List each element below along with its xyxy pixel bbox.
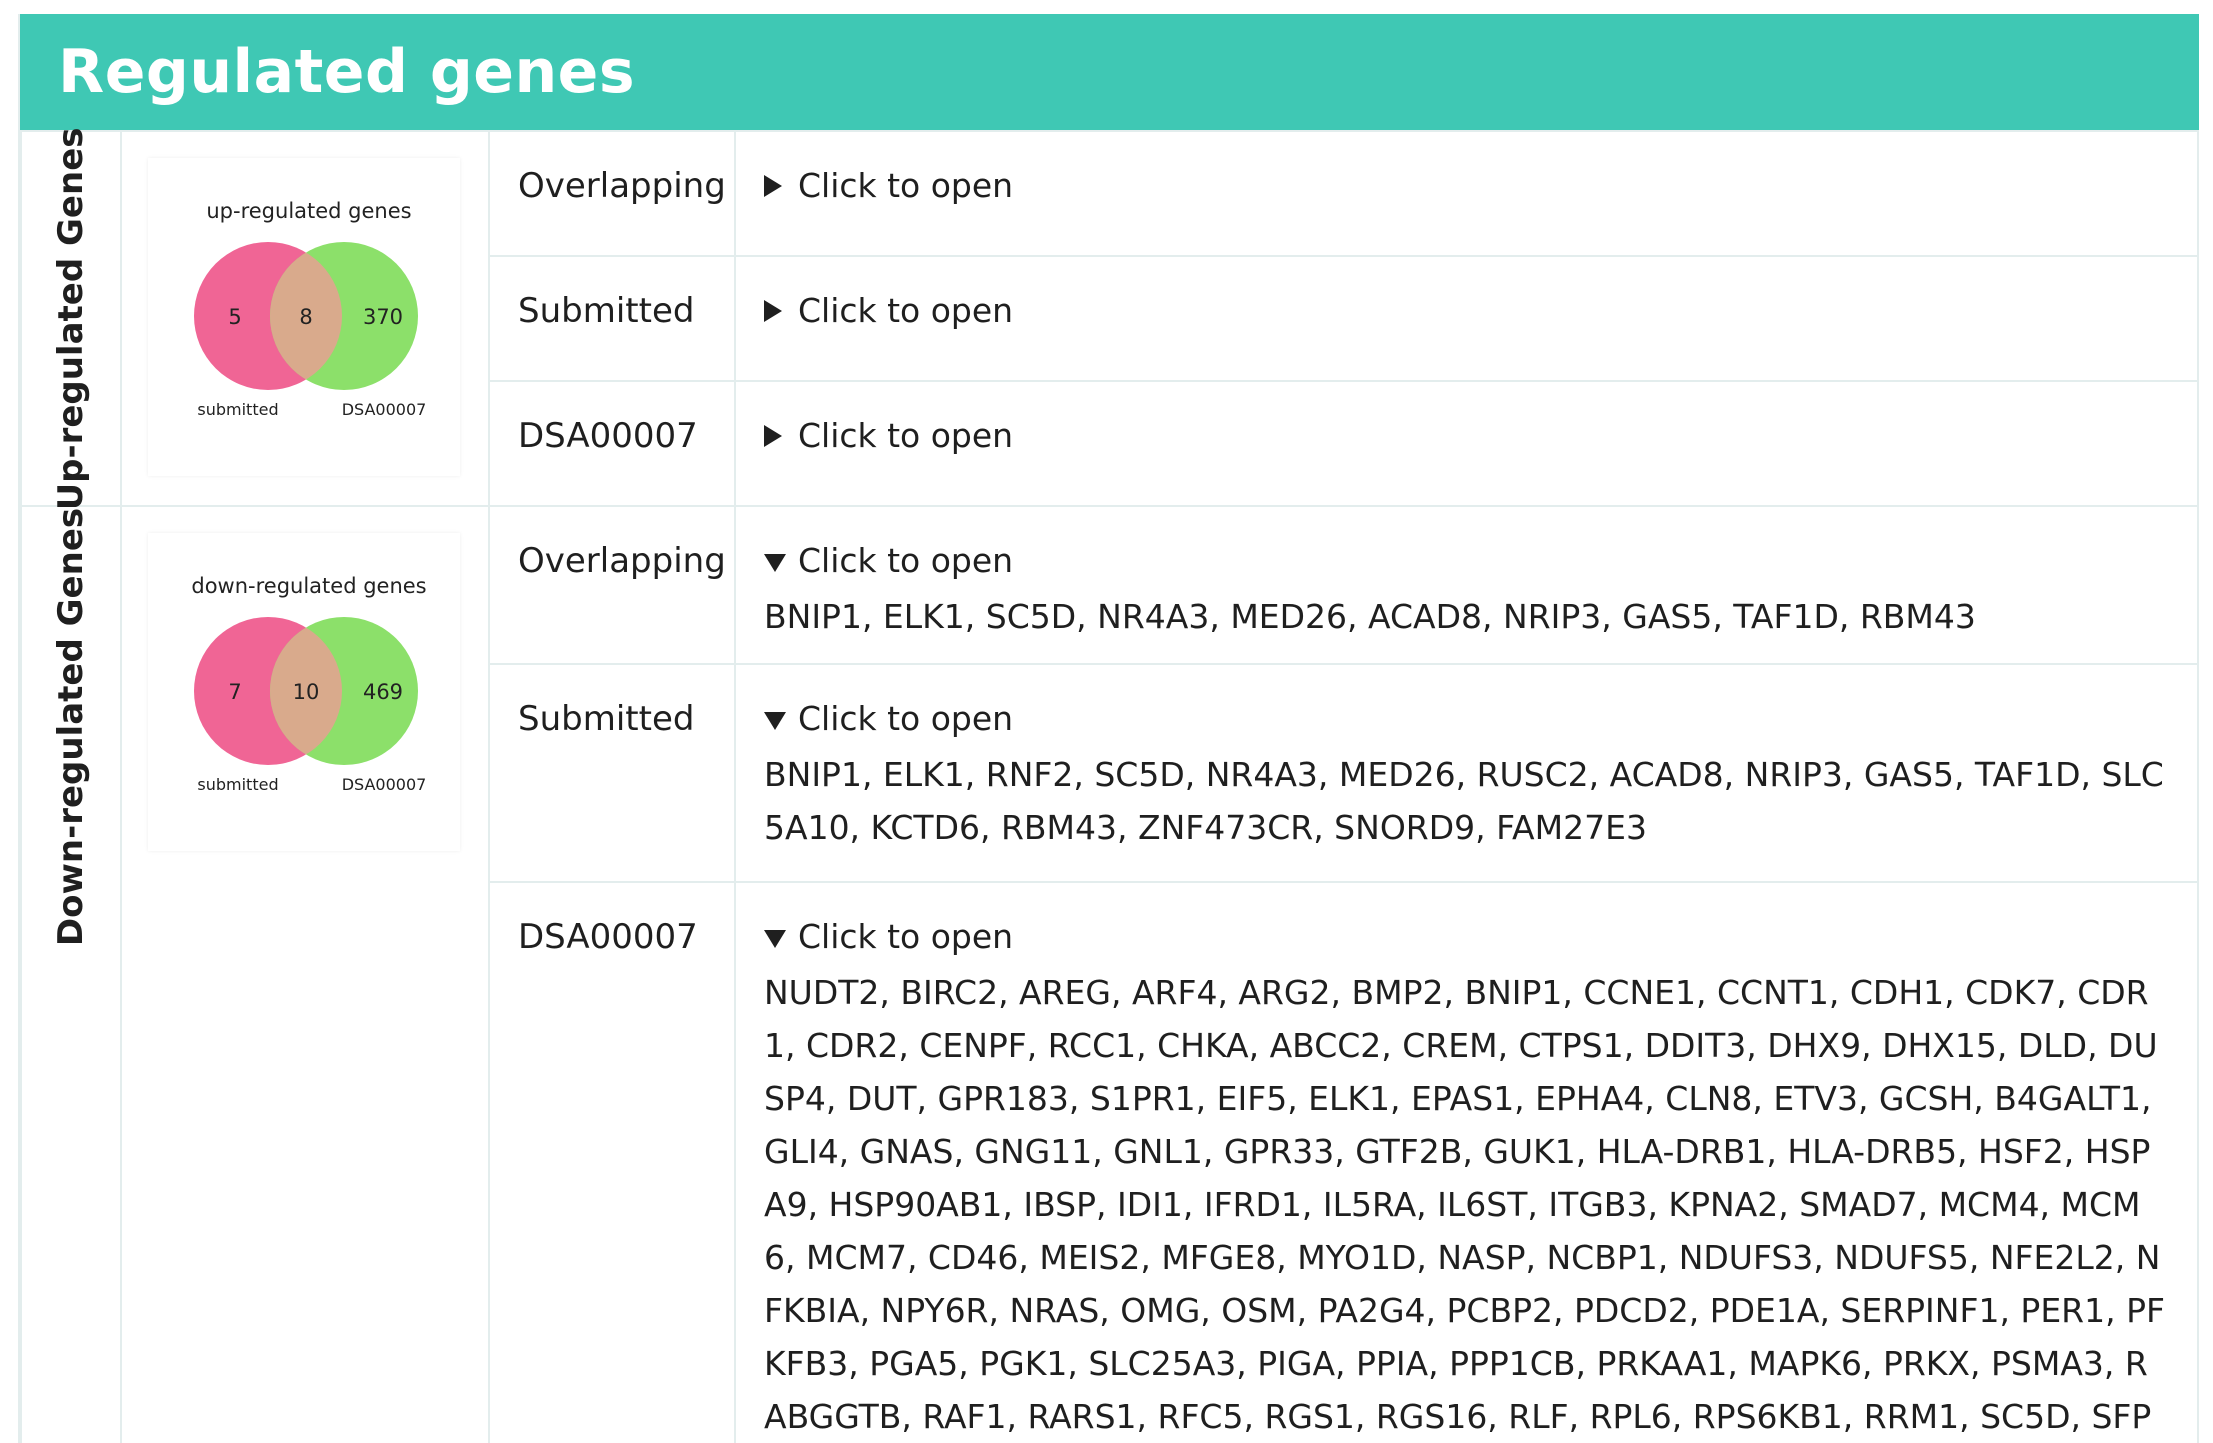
triangle-down-icon [764,917,798,956]
down-venn-right-count: 469 [363,680,403,704]
up-venn-diagram: up-regulated genes 5 8 370 submitted DSA… [148,158,460,476]
down-venn-cell: down-regulated genes 7 10 469 submitted … [120,505,490,1443]
up-dsa-label: DSA00007 [488,380,736,507]
down-submitted-gene-list: BNIP1, ELK1, RNF2, SC5D, NR4A3, MED26, R… [764,755,2164,847]
up-submitted-toggle[interactable]: Click to open [764,291,2177,330]
up-overlapping-toggle[interactable]: Click to open [764,166,2177,205]
up-venn-right-count: 370 [363,305,403,329]
up-overlapping-row: Up-regulated Genes up-regulated genes 5 … [20,127,2199,510]
down-overlapping-row: Down-regulated Genes down-regulated gene… [20,505,2199,1443]
regulated-genes-table: Up-regulated Genes up-regulated genes 5 … [20,127,2199,1443]
down-submitted-toggle[interactable]: Click to open [764,699,2177,738]
down-venn-left-count: 7 [228,680,241,704]
down-dsa-toggle-label: Click to open [798,917,1014,956]
triangle-down-icon [764,699,798,738]
panel-title: Regulated genes [58,37,636,107]
triangle-right-icon [764,166,798,205]
down-dsa-content: Click to open NUDT2, BIRC2, AREG, ARF4, … [734,881,2199,1443]
down-overlapping-toggle[interactable]: Click to open [764,541,2177,580]
down-submitted-label: Submitted [488,663,736,883]
down-overlapping-content: Click to open BNIP1, ELK1, SC5D, NR4A3, … [734,505,2199,665]
up-submitted-toggle-label: Click to open [798,291,1014,330]
down-regulated-side-label: Down-regulated Genes [51,507,91,947]
up-venn-right-label: DSA00007 [342,400,427,419]
up-overlapping-label: Overlapping [488,130,736,257]
down-dsa-label: DSA00007 [488,881,736,1443]
down-submitted-toggle-label: Click to open [798,699,1014,738]
down-dsa-gene-list: NUDT2, BIRC2, AREG, ARF4, ARG2, BMP2, BN… [764,973,2165,1436]
down-overlapping-gene-list: BNIP1, ELK1, SC5D, NR4A3, MED26, ACAD8, … [764,597,1976,636]
up-overlapping-toggle-label: Click to open [798,166,1014,205]
up-venn-left-count: 5 [228,305,241,329]
down-venn-overlap-count: 10 [293,680,320,704]
up-venn-left-label: submitted [197,400,278,419]
up-dsa-content: Click to open [734,380,2199,507]
up-venn-cell: up-regulated genes 5 8 370 submitted DSA… [120,130,490,507]
down-dsa-toggle[interactable]: Click to open [764,917,2177,956]
down-venn-title: down-regulated genes [191,574,426,598]
up-side-cell: Up-regulated Genes [20,127,122,510]
down-side-cell: Down-regulated Genes [20,505,122,1443]
up-dsa-toggle[interactable]: Click to open [764,416,2177,455]
up-venn-overlap-count: 8 [299,305,312,329]
down-overlapping-toggle-label: Click to open [798,541,1014,580]
down-venn-right-label: DSA00007 [342,775,427,794]
up-dsa-toggle-label: Click to open [798,416,1014,455]
regulated-genes-panel: Regulated genes Up-regulated Genes up-re… [18,14,2199,1443]
up-venn-title: up-regulated genes [206,199,411,223]
triangle-right-icon [764,416,798,455]
up-overlapping-content: Click to open [734,130,2199,257]
panel-header: Regulated genes [20,14,2199,130]
up-regulated-side-label: Up-regulated Genes [51,127,91,510]
triangle-down-icon [764,541,798,580]
down-venn-diagram: down-regulated genes 7 10 469 submitted … [148,533,460,851]
down-overlapping-label: Overlapping [488,505,736,665]
triangle-right-icon [764,291,798,330]
up-submitted-label: Submitted [488,255,736,382]
down-venn-left-label: submitted [197,775,278,794]
up-submitted-content: Click to open [734,255,2199,382]
down-submitted-content: Click to open BNIP1, ELK1, RNF2, SC5D, N… [734,663,2199,883]
